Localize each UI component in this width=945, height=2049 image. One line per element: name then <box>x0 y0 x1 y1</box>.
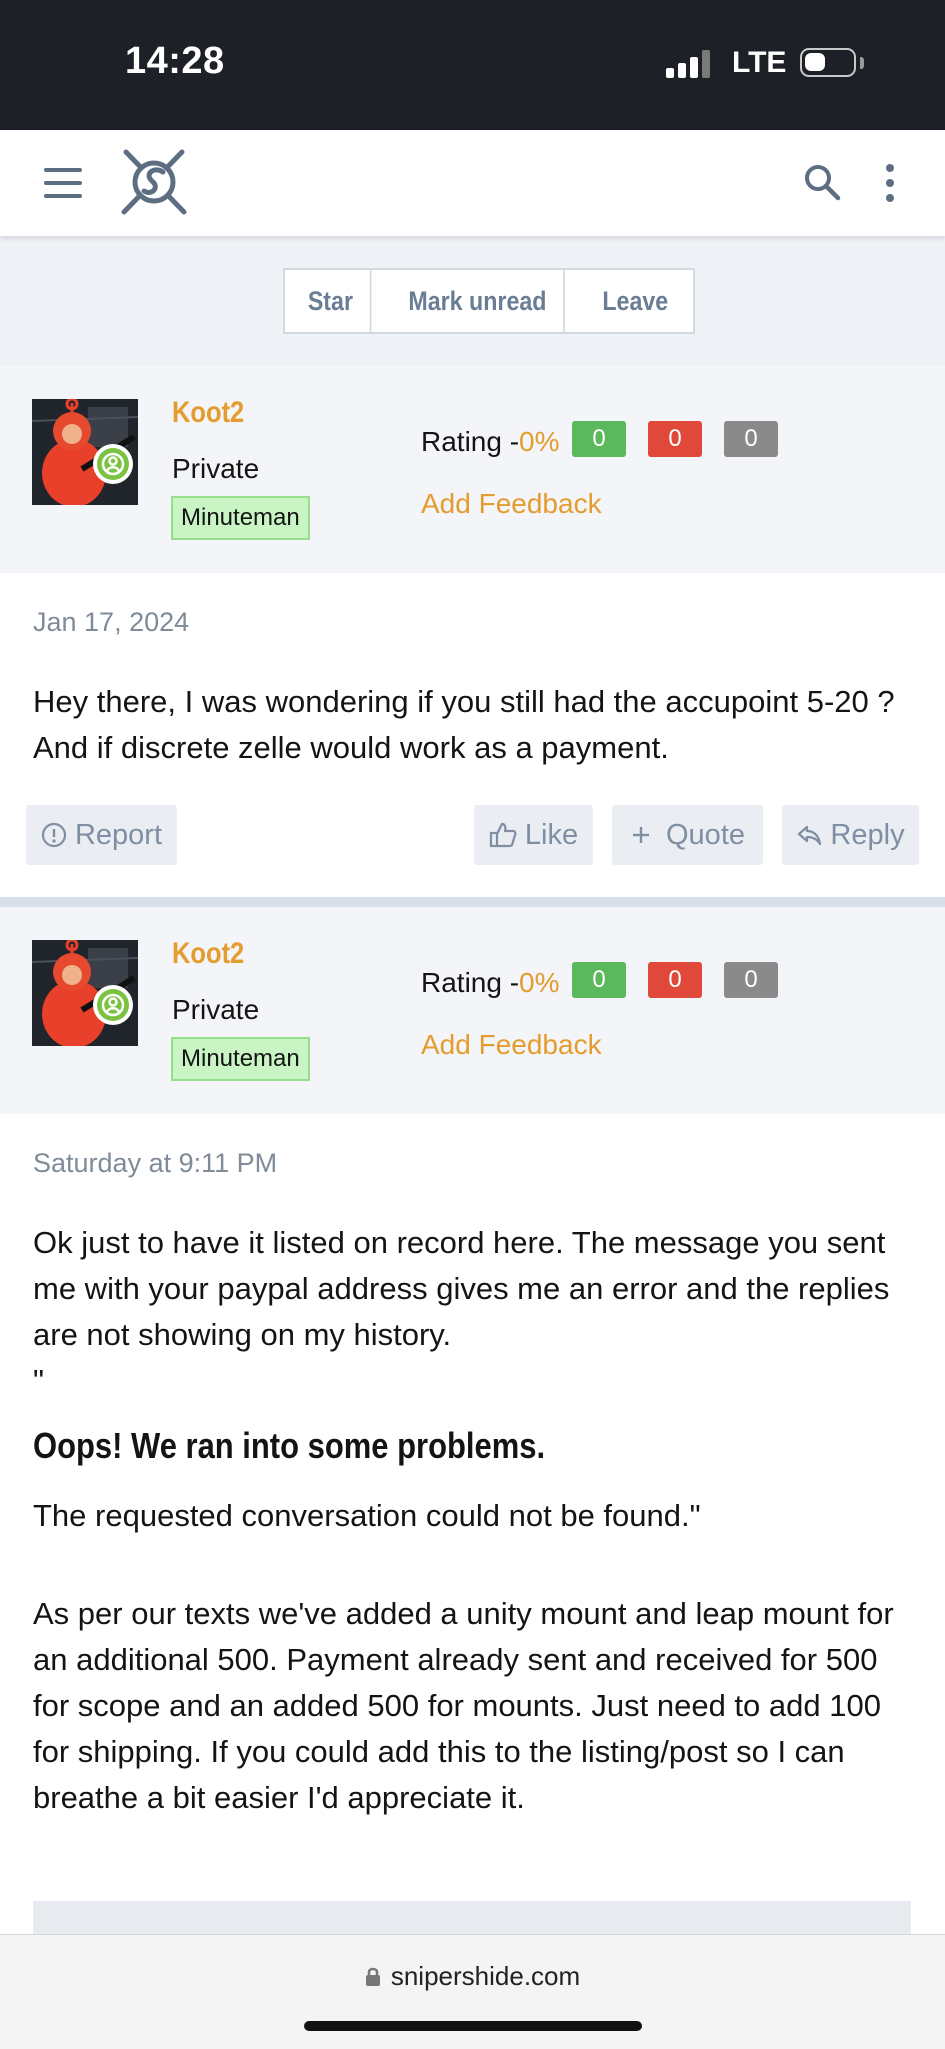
user-badge: Minuteman <box>171 496 310 540</box>
rating-percent: 0% <box>519 967 560 998</box>
user-title: Private <box>172 453 260 484</box>
status-bar: 14:28 LTE <box>0 0 945 130</box>
report-label: Report <box>74 819 163 851</box>
username-link[interactable]: Koot2 <box>172 937 244 971</box>
rating-percent: 0% <box>519 426 560 457</box>
quote-label: Quote <box>666 819 745 851</box>
add-feedback-link[interactable]: Add Feedback <box>421 1029 602 1061</box>
error-text: The requested conversation could not be … <box>33 1498 701 1533</box>
hamburger-icon[interactable] <box>44 168 82 198</box>
sniper-logo-icon[interactable] <box>118 146 190 218</box>
message-divider <box>0 897 945 907</box>
post-date: Saturday at 9:11 PM <box>33 1148 278 1178</box>
report-icon <box>41 822 67 848</box>
post-text: Ok just to have it listed on record here… <box>33 1225 890 1352</box>
thumbs-up-icon <box>489 822 517 848</box>
message-author-header: Koot2 Private Minuteman Rating -0% 0 0 0… <box>0 907 945 1114</box>
rating-label: Rating -0% <box>421 426 560 457</box>
message-author-header: Koot2 Private Minuteman Rating -0% 0 0 0… <box>0 366 945 573</box>
network-label: LTE <box>732 46 787 79</box>
battery-icon <box>800 48 856 77</box>
browser-address-bar[interactable]: snipershide.com <box>0 1934 945 2049</box>
like-label: Like <box>524 819 579 851</box>
negative-rating-badge: 0 <box>648 421 702 457</box>
error-heading: Oops! We ran into some problems. <box>33 1425 546 1466</box>
leave-button[interactable]: Leave <box>586 270 685 332</box>
positive-rating-badge: 0 <box>572 962 626 998</box>
post-body-rest: As per our texts we've added a unity mou… <box>33 1596 894 1815</box>
user-badge: Minuteman <box>171 1037 310 1081</box>
quote-mark: " <box>33 1363 45 1398</box>
reply-button[interactable]: Reply <box>782 805 919 865</box>
reply-icon <box>798 825 822 846</box>
add-feedback-link[interactable]: Add Feedback <box>421 488 602 520</box>
more-vertical-icon[interactable] <box>882 164 898 204</box>
star-button[interactable]: Star <box>291 270 372 332</box>
conversation-button-group: Star Mark unread Leave <box>283 268 695 334</box>
lock-icon <box>365 1967 380 1986</box>
quote-button[interactable]: Quote <box>612 805 763 865</box>
positive-rating-badge: 0 <box>572 421 626 457</box>
user-title: Private <box>172 994 260 1025</box>
signal-icon <box>666 50 714 78</box>
neutral-rating-badge: 0 <box>724 962 778 998</box>
reply-label: Reply <box>830 819 905 851</box>
post-date: Jan 17, 2024 <box>33 607 190 637</box>
like-button[interactable]: Like <box>474 805 593 865</box>
neutral-rating-badge: 0 <box>724 421 778 457</box>
online-status-icon <box>93 444 133 484</box>
post-body-intro: Ok just to have it listed on record here… <box>33 1220 913 1404</box>
mark-unread-button[interactable]: Mark unread <box>392 270 565 332</box>
negative-rating-badge: 0 <box>648 962 702 998</box>
search-icon[interactable] <box>802 162 842 202</box>
conversation-actions-bar: Star Mark unread Leave <box>0 236 945 366</box>
status-time: 14:28 <box>125 40 225 82</box>
plus-icon <box>633 827 649 843</box>
post-body: Hey there, I was wondering if you still … <box>33 684 895 765</box>
home-indicator[interactable] <box>304 2021 642 2031</box>
url-text: snipershide.com <box>390 1961 581 1991</box>
report-button[interactable]: Report <box>26 805 177 865</box>
username-link[interactable]: Koot2 <box>172 396 244 430</box>
app-header <box>0 130 945 236</box>
rating-label: Rating -0% <box>421 967 560 998</box>
online-status-icon <box>93 985 133 1025</box>
